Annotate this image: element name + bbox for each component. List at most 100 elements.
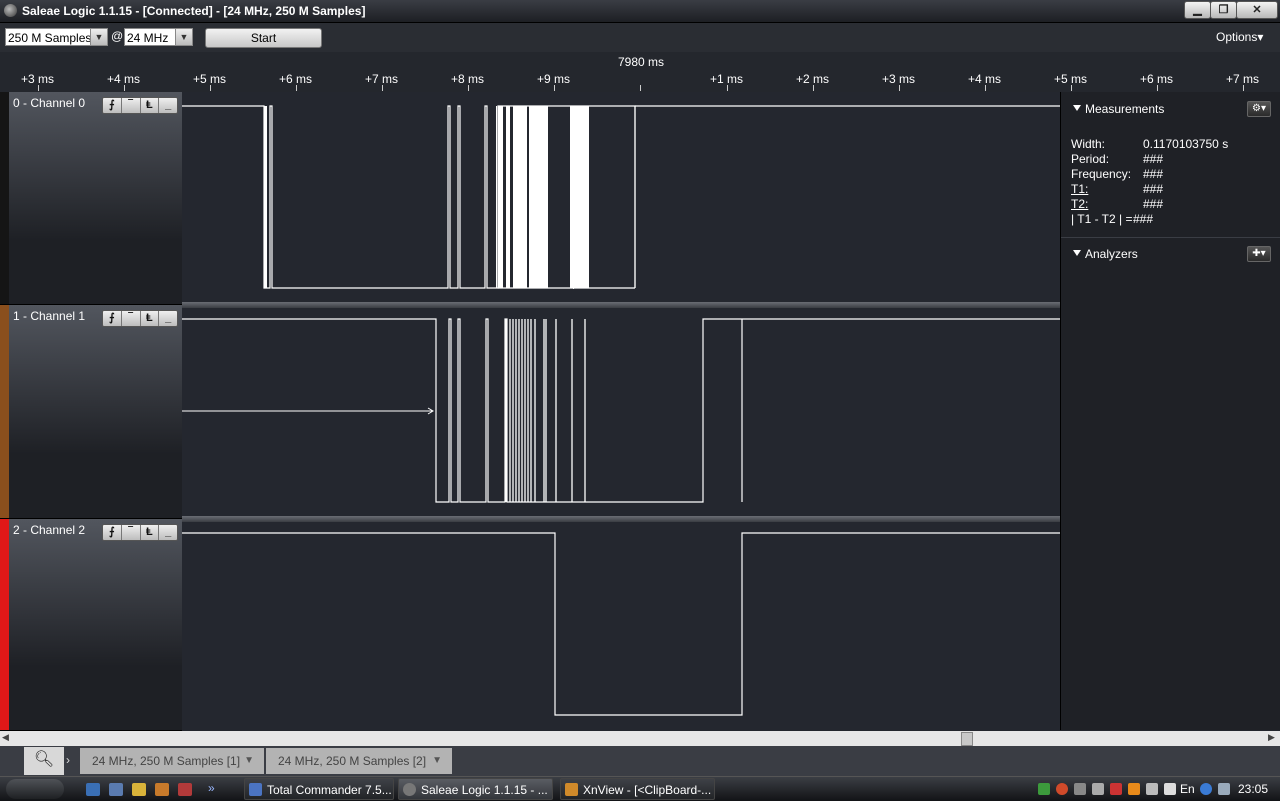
rising-edge-icon[interactable]: ⨍ xyxy=(103,98,122,113)
start-button[interactable]: Start xyxy=(205,28,322,48)
tab-capture-1[interactable]: 24 MHz, 250 M Samples [1] ▼ xyxy=(80,748,264,774)
channel-0-burst xyxy=(264,106,589,289)
t1-label[interactable]: T1: xyxy=(1071,182,1088,196)
tray-icon[interactable] xyxy=(1092,783,1104,795)
chevron-right-icon[interactable]: › xyxy=(66,753,70,767)
taskbar-total-commander[interactable]: Total Commander 7.5... xyxy=(244,778,394,800)
collapse-triangle-icon[interactable] xyxy=(1073,250,1081,256)
tick-mark xyxy=(38,85,39,91)
usb-icon[interactable] xyxy=(1164,783,1176,795)
scroll-left-icon[interactable]: ◀ xyxy=(2,732,9,743)
low-level-icon[interactable]: _ xyxy=(159,525,177,540)
tray-icon[interactable] xyxy=(1038,783,1050,795)
language-indicator[interactable]: En xyxy=(1180,782,1195,796)
taskbar: » Total Commander 7.5... Saleae Logic 1.… xyxy=(0,776,1280,801)
options-menu[interactable]: Options▾ xyxy=(1216,30,1263,44)
clock[interactable]: 23:05 xyxy=(1238,782,1268,796)
tab-capture-2[interactable]: 24 MHz, 250 M Samples [2] ▼ xyxy=(266,748,452,774)
ruler-center-time: 7980 ms xyxy=(618,55,665,69)
chevron-down-icon[interactable]: ▼ xyxy=(244,748,254,774)
tray-icon[interactable] xyxy=(1056,783,1068,795)
desktop-icon[interactable] xyxy=(86,783,100,796)
taskbar-saleae-logic[interactable]: Saleae Logic 1.1.15 - ... xyxy=(398,778,553,800)
channel-1-label[interactable]: 1 - Channel 1 xyxy=(13,309,85,323)
add-analyzer-icon[interactable]: ✚▾ xyxy=(1247,246,1271,262)
editor-icon[interactable] xyxy=(132,783,146,796)
ruler-tick: +2 ms xyxy=(796,72,830,86)
tab-label: 24 MHz, 250 M Samples [2] xyxy=(278,754,427,768)
ruler-tick: +7 ms xyxy=(365,72,399,86)
analyzers-header[interactable]: Analyzers ✚▾ xyxy=(1061,239,1280,265)
channel-0-waveform xyxy=(182,105,636,289)
measurement-value: ### xyxy=(1143,182,1164,196)
windows-start-icon[interactable] xyxy=(6,779,64,799)
analyzers-title: Analyzers xyxy=(1085,247,1138,261)
collapse-triangle-icon[interactable] xyxy=(1073,105,1081,111)
channel-color-strip xyxy=(0,92,9,304)
xnview-icon[interactable] xyxy=(155,783,169,796)
scroll-right-icon[interactable]: ▶ xyxy=(1268,732,1275,743)
tick-mark xyxy=(1157,85,1158,91)
measurements-header[interactable]: Measurements ⚙▾ xyxy=(1061,94,1280,120)
rising-edge-icon[interactable]: ⨍ xyxy=(103,525,122,540)
tray-icon[interactable] xyxy=(1110,783,1122,795)
low-level-icon[interactable]: _ xyxy=(159,311,177,326)
rising-edge-icon[interactable]: ⨍ xyxy=(103,311,122,326)
maximize-button[interactable]: ❐ xyxy=(1210,1,1237,19)
more-icon[interactable]: » xyxy=(208,781,215,795)
sample-rate-select[interactable]: 24 MHz ▼ xyxy=(124,28,193,46)
minimize-button[interactable]: ▁ xyxy=(1184,1,1211,19)
samples-select[interactable]: 250 M Samples ▼ xyxy=(5,28,108,46)
tick-mark xyxy=(899,85,900,91)
channel-0-label[interactable]: 0 - Channel 0 xyxy=(13,96,85,110)
chevron-down-icon[interactable]: ▼ xyxy=(90,29,107,45)
high-level-icon[interactable]: ‾ xyxy=(122,98,141,113)
horizontal-scrollbar[interactable]: ◀ ▶ xyxy=(0,731,1280,746)
channel-2-waveform xyxy=(182,532,1060,716)
falling-edge-icon[interactable]: Ⱡ xyxy=(141,525,160,540)
app-icon[interactable] xyxy=(4,4,17,17)
chevron-down-icon[interactable]: ▼ xyxy=(432,748,442,774)
tray-icon[interactable] xyxy=(1128,783,1140,795)
tray-icon[interactable] xyxy=(1074,783,1086,795)
taskbar-xnview[interactable]: XnView - [<ClipBoard-... xyxy=(560,778,715,800)
ruler-tick: +3 ms xyxy=(882,72,916,86)
search-icon[interactable]: 🔍︎ xyxy=(24,747,64,775)
high-level-icon[interactable]: ‾ xyxy=(122,311,141,326)
chevron-down-icon[interactable]: ▼ xyxy=(175,29,192,45)
save-icon[interactable] xyxy=(109,783,123,796)
tray-icon[interactable] xyxy=(1200,783,1212,795)
measurement-value: ### xyxy=(1143,197,1164,211)
tick-mark xyxy=(124,85,125,91)
ruler-tick: +5 ms xyxy=(193,72,227,86)
tab-bar: 🔍︎ › 24 MHz, 250 M Samples [1] ▼ 24 MHz,… xyxy=(0,746,1280,776)
tray-icon[interactable] xyxy=(1218,783,1230,795)
channel-1-burst xyxy=(505,319,586,502)
time-ruler[interactable]: 7980 ms +3 ms +4 ms +5 ms +6 ms +7 ms +8… xyxy=(0,52,1280,92)
ruler-tick: +6 ms xyxy=(279,72,313,86)
scrollbar-thumb[interactable] xyxy=(961,732,973,746)
tick-mark xyxy=(382,85,383,91)
ruler-tick: +4 ms xyxy=(968,72,1002,86)
channel-2-panel[interactable]: 2 - Channel 2 ⨍ ‾ Ⱡ _ xyxy=(0,519,182,731)
tick-mark xyxy=(727,85,728,91)
channel-0-panel[interactable]: 0 - Channel 0 ⨍ ‾ Ⱡ _ xyxy=(0,92,182,305)
channel-color-strip xyxy=(0,305,9,518)
falling-edge-icon[interactable]: Ⱡ xyxy=(141,311,160,326)
volume-icon[interactable] xyxy=(1146,783,1158,795)
low-level-icon[interactable]: _ xyxy=(159,98,177,113)
channel-2-label[interactable]: 2 - Channel 2 xyxy=(13,523,85,537)
channel-1-panel[interactable]: 1 - Channel 1 ⨍ ‾ Ⱡ _ xyxy=(0,305,182,519)
t2-label[interactable]: T2: xyxy=(1071,197,1088,211)
close-button[interactable]: ✕ xyxy=(1236,1,1278,19)
tick-mark xyxy=(640,85,641,91)
measurement-label: Period: xyxy=(1071,152,1110,166)
app-icon[interactable] xyxy=(178,783,192,796)
measurement-row: | T1 - T2 | = ### xyxy=(1071,212,1153,226)
ruler-tick: +7 ms xyxy=(1226,72,1260,86)
gear-icon[interactable]: ⚙▾ xyxy=(1247,101,1271,117)
falling-edge-icon[interactable]: Ⱡ xyxy=(141,98,160,113)
high-level-icon[interactable]: ‾ xyxy=(122,525,141,540)
toolbar: 250 M Samples ▼ @ 24 MHz ▼ Start Options… xyxy=(0,23,1280,52)
waveform-area[interactable] xyxy=(182,92,1060,730)
